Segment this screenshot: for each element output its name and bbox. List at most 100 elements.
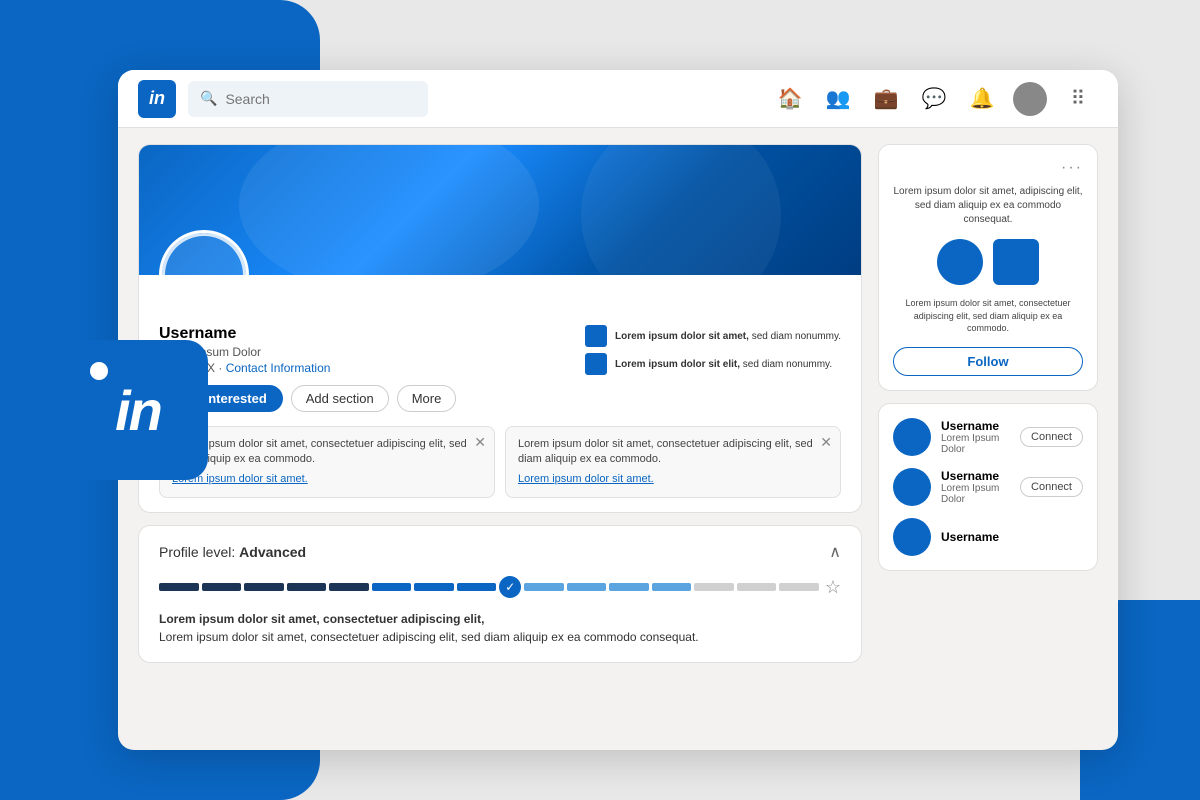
badge-dot [90, 362, 108, 380]
progress-star-icon[interactable]: ☆ [825, 577, 841, 598]
profile-level-desc-text: Lorem ipsum dolor sit amet, consectetuer… [159, 630, 699, 644]
progress-bar-container: ✓ ☆ [159, 576, 841, 598]
connection-text-3: Username [941, 530, 1083, 544]
profile-username: Username [159, 325, 575, 343]
follow-button[interactable]: Follow [893, 347, 1083, 376]
connection-name-1: Username [941, 419, 1020, 433]
ad-logo-square [993, 239, 1039, 285]
alert-link-1[interactable]: Lorem ipsum dolor sit amet. [172, 472, 482, 487]
profile-side-item-1: Lorem ipsum dolor sit amet, sed diam non… [585, 325, 841, 347]
user-avatar [1013, 82, 1047, 116]
contact-link[interactable]: Contact Information [226, 361, 331, 375]
progress-seg-4 [287, 583, 327, 591]
profile-avatar [159, 230, 249, 320]
profile-card: Username Lorem Ipsum Dolor Cdmx. MX · Co… [138, 144, 862, 513]
bell-icon[interactable]: 🔔 [962, 79, 1002, 119]
progress-seg-5 [329, 583, 369, 591]
connection-item-3: Username [893, 518, 1083, 556]
connection-text-2: Username Lorem Ipsum Dolor [941, 469, 1020, 505]
connection-name-3: Username [941, 530, 1083, 544]
profile-subtitle: Lorem Ipsum Dolor [159, 345, 575, 359]
connection-sub-1: Lorem Ipsum Dolor [941, 433, 1020, 455]
alert-link-2[interactable]: Lorem ipsum dolor sit amet. [518, 472, 828, 487]
search-input[interactable] [225, 91, 416, 107]
side-icon-2 [585, 353, 607, 375]
progress-seg-1 [159, 583, 199, 591]
linkedin-badge: in [68, 340, 208, 480]
level-title-text: Profile level: [159, 544, 235, 560]
progress-seg-8 [457, 583, 497, 591]
badge-logo-text: in [115, 378, 161, 443]
alert-cards: ✕ Lorem ipsum dolor sit amet, consectetu… [139, 426, 861, 512]
profile-info-row: Username Lorem Ipsum Dolor Cdmx. MX · Co… [139, 325, 861, 385]
location-separator: · [218, 361, 225, 375]
alert-card-2: ✕ Lorem ipsum dolor sit amet, consectetu… [505, 426, 841, 498]
connection-sub-2: Lorem Ipsum Dolor [941, 483, 1020, 505]
home-icon[interactable]: 🏠 [770, 79, 810, 119]
navbar-icons: 🏠 👥 💼 💬 🔔 ⠿ [770, 79, 1098, 119]
progress-seg-14 [737, 583, 777, 591]
ad-logos [893, 239, 1083, 285]
navbar-logo[interactable]: in [138, 80, 176, 118]
profile-side-item-2: Lorem ipsum dolor sit elit, sed diam non… [585, 353, 841, 375]
profile-side-items: Lorem ipsum dolor sit amet, sed diam non… [585, 325, 841, 375]
avatar-icon[interactable] [1010, 79, 1050, 119]
alert-text-2: Lorem ipsum dolor sit amet, consectetuer… [518, 438, 813, 465]
grid-icon[interactable]: ⠿ [1058, 79, 1098, 119]
side-icon-1 [585, 325, 607, 347]
profile-area: Username Lorem Ipsum Dolor Cdmx. MX · Co… [138, 144, 862, 734]
navbar: in 🔍 🏠 👥 💼 💬 🔔 ⠿ [118, 70, 1118, 128]
connection-name-2: Username [941, 469, 1020, 483]
connection-avatar-1 [893, 418, 931, 456]
profile-banner [139, 145, 861, 275]
alert-text-1: Lorem ipsum dolor sit amet, consectetuer… [172, 438, 467, 465]
progress-seg-6 [372, 583, 412, 591]
connections-card: Username Lorem Ipsum Dolor Connect Usern… [878, 403, 1098, 571]
connection-info-1: Username Lorem Ipsum Dolor [893, 418, 1020, 456]
alert-close-2[interactable]: ✕ [820, 433, 832, 453]
profile-level-card: Profile level: Advanced ∧ [138, 525, 862, 663]
profile-actions: I am interested Add section More [139, 385, 861, 426]
progress-seg-12 [652, 583, 692, 591]
side-text-2: Lorem ipsum dolor sit elit, sed diam non… [615, 358, 832, 371]
progress-seg-11 [609, 583, 649, 591]
progress-seg-9 [524, 583, 564, 591]
profile-level-description: Lorem ipsum dolor sit amet, consectetuer… [159, 610, 841, 646]
ad-card-top-text: Lorem ipsum dolor sit amet, adipiscing e… [893, 185, 1083, 227]
connection-avatar-2 [893, 468, 931, 506]
progress-seg-10 [567, 583, 607, 591]
three-dots-icon[interactable]: ··· [1061, 159, 1083, 177]
people-icon[interactable]: 👥 [818, 79, 858, 119]
ad-card-bottom-text: Lorem ipsum dolor sit amet, consectetuer… [893, 297, 1083, 335]
alert-card-1: ✕ Lorem ipsum dolor sit amet, consectetu… [159, 426, 495, 498]
profile-text: Username Lorem Ipsum Dolor Cdmx. MX · Co… [159, 325, 575, 375]
side-text-1: Lorem ipsum dolor sit amet, sed diam non… [615, 330, 841, 343]
collapse-button[interactable]: ∧ [829, 542, 841, 562]
connection-text-1: Username Lorem Ipsum Dolor [941, 419, 1020, 455]
profile-avatar-inner [162, 233, 246, 317]
progress-check-icon: ✓ [499, 576, 521, 598]
right-sidebar: ··· Lorem ipsum dolor sit amet, adipisci… [878, 144, 1098, 734]
level-value: Advanced [239, 544, 306, 560]
alert-close-1[interactable]: ✕ [474, 433, 486, 453]
more-button[interactable]: More [397, 385, 457, 412]
briefcase-icon[interactable]: 💼 [866, 79, 906, 119]
connect-button-2[interactable]: Connect [1020, 477, 1083, 497]
ad-card: ··· Lorem ipsum dolor sit amet, adipisci… [878, 144, 1098, 391]
navbar-logo-text: in [149, 88, 165, 109]
progress-seg-15 [779, 583, 819, 591]
browser-window: in 🔍 🏠 👥 💼 💬 🔔 ⠿ [118, 70, 1118, 750]
progress-seg-3 [244, 583, 284, 591]
profile-location: Cdmx. MX · Contact Information [159, 361, 575, 375]
progress-seg-2 [202, 583, 242, 591]
chat-icon[interactable]: 💬 [914, 79, 954, 119]
connection-info-2: Username Lorem Ipsum Dolor [893, 468, 1020, 506]
ad-card-header: ··· [893, 159, 1083, 177]
add-section-button[interactable]: Add section [291, 385, 389, 412]
connect-button-1[interactable]: Connect [1020, 427, 1083, 447]
progress-segments: ✓ [159, 576, 819, 598]
search-icon: 🔍 [200, 90, 217, 107]
search-bar[interactable]: 🔍 [188, 81, 428, 117]
profile-level-title: Profile level: Advanced [159, 544, 306, 560]
connection-item-2: Username Lorem Ipsum Dolor Connect [893, 468, 1083, 506]
